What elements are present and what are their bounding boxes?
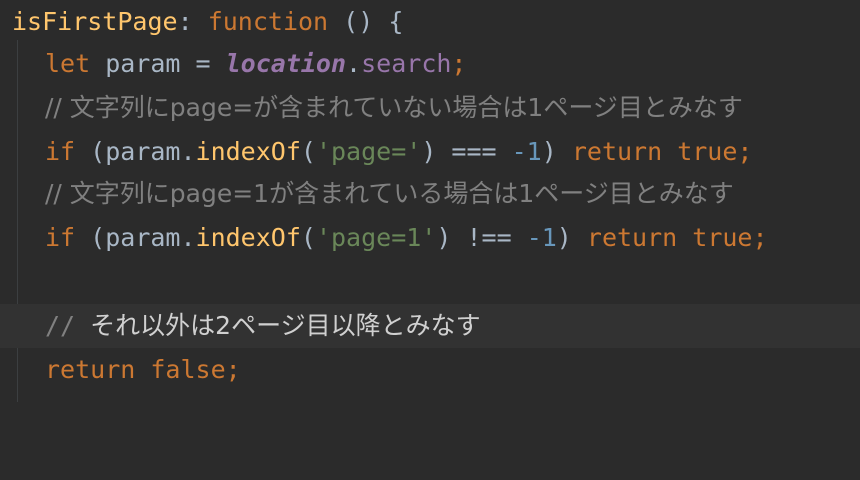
method-indexof: indexOf (195, 223, 301, 252)
punctuation: : (177, 7, 208, 36)
keyword-return-true: return true (571, 137, 738, 166)
punctuation: . (346, 49, 362, 78)
string-literal: 'page=1' (315, 223, 437, 252)
punctuation: ( (300, 137, 316, 166)
method-indexof: indexOf (195, 137, 301, 166)
code-line-8-current[interactable]: // それ以外は2ページ目以降とみなす (0, 304, 860, 348)
punctuation: ( (300, 223, 316, 252)
string-literal: 'page=' (315, 137, 422, 166)
code-editor[interactable]: isFirstPage: function () { let param = l… (0, 0, 860, 402)
code-line-6[interactable]: if (param.indexOf('page=1') !== -1) retu… (0, 216, 860, 260)
operator: ) === (421, 137, 512, 166)
semicolon: ; (225, 355, 241, 384)
comment-marker: // (45, 311, 76, 340)
punctuation: () { (328, 7, 404, 36)
keyword-function: function (207, 7, 329, 36)
code-line-1[interactable]: isFirstPage: function () { (0, 0, 860, 44)
code-line-3[interactable]: // 文字列にpage=が含まれていない場合は1ページ目とみなす (0, 86, 860, 130)
punctuation: ) (541, 137, 572, 166)
semicolon: ; (451, 49, 467, 78)
keyword-if: if (45, 223, 76, 252)
comment: それ以外は2ページ目以降とみなす (90, 311, 481, 340)
global-location: location (225, 49, 347, 78)
expression: (param. (75, 223, 196, 252)
code-line-5[interactable]: // 文字列にpage=1が含まれている場合は1ページ目とみなす (0, 172, 860, 216)
code-line-2[interactable]: let param = location.search; (0, 42, 860, 86)
number-literal: -1 (511, 137, 542, 166)
keyword-if: if (45, 137, 76, 166)
punctuation: ) (556, 223, 587, 252)
variable-assignment: param = (90, 49, 226, 78)
keyword-return-false: return false (45, 355, 226, 384)
property-name: isFirstPage (12, 7, 178, 36)
code-line-4[interactable]: if (param.indexOf('page=') === -1) retur… (0, 130, 860, 174)
property-search: search (361, 49, 452, 78)
comment: // 文字列にpage=1が含まれている場合は1ページ目とみなす (45, 179, 734, 208)
semicolon: ; (737, 137, 753, 166)
number-literal: -1 (526, 223, 557, 252)
keyword-return-true: return true (586, 223, 753, 252)
semicolon: ; (752, 223, 768, 252)
expression: (param. (75, 137, 196, 166)
code-line-9[interactable]: return false; (0, 348, 860, 392)
code-line-7[interactable] (0, 260, 860, 304)
keyword-let: let (45, 49, 91, 78)
comment: // 文字列にpage=が含まれていない場合は1ページ目とみなす (45, 93, 743, 122)
operator: ) !== (436, 223, 527, 252)
